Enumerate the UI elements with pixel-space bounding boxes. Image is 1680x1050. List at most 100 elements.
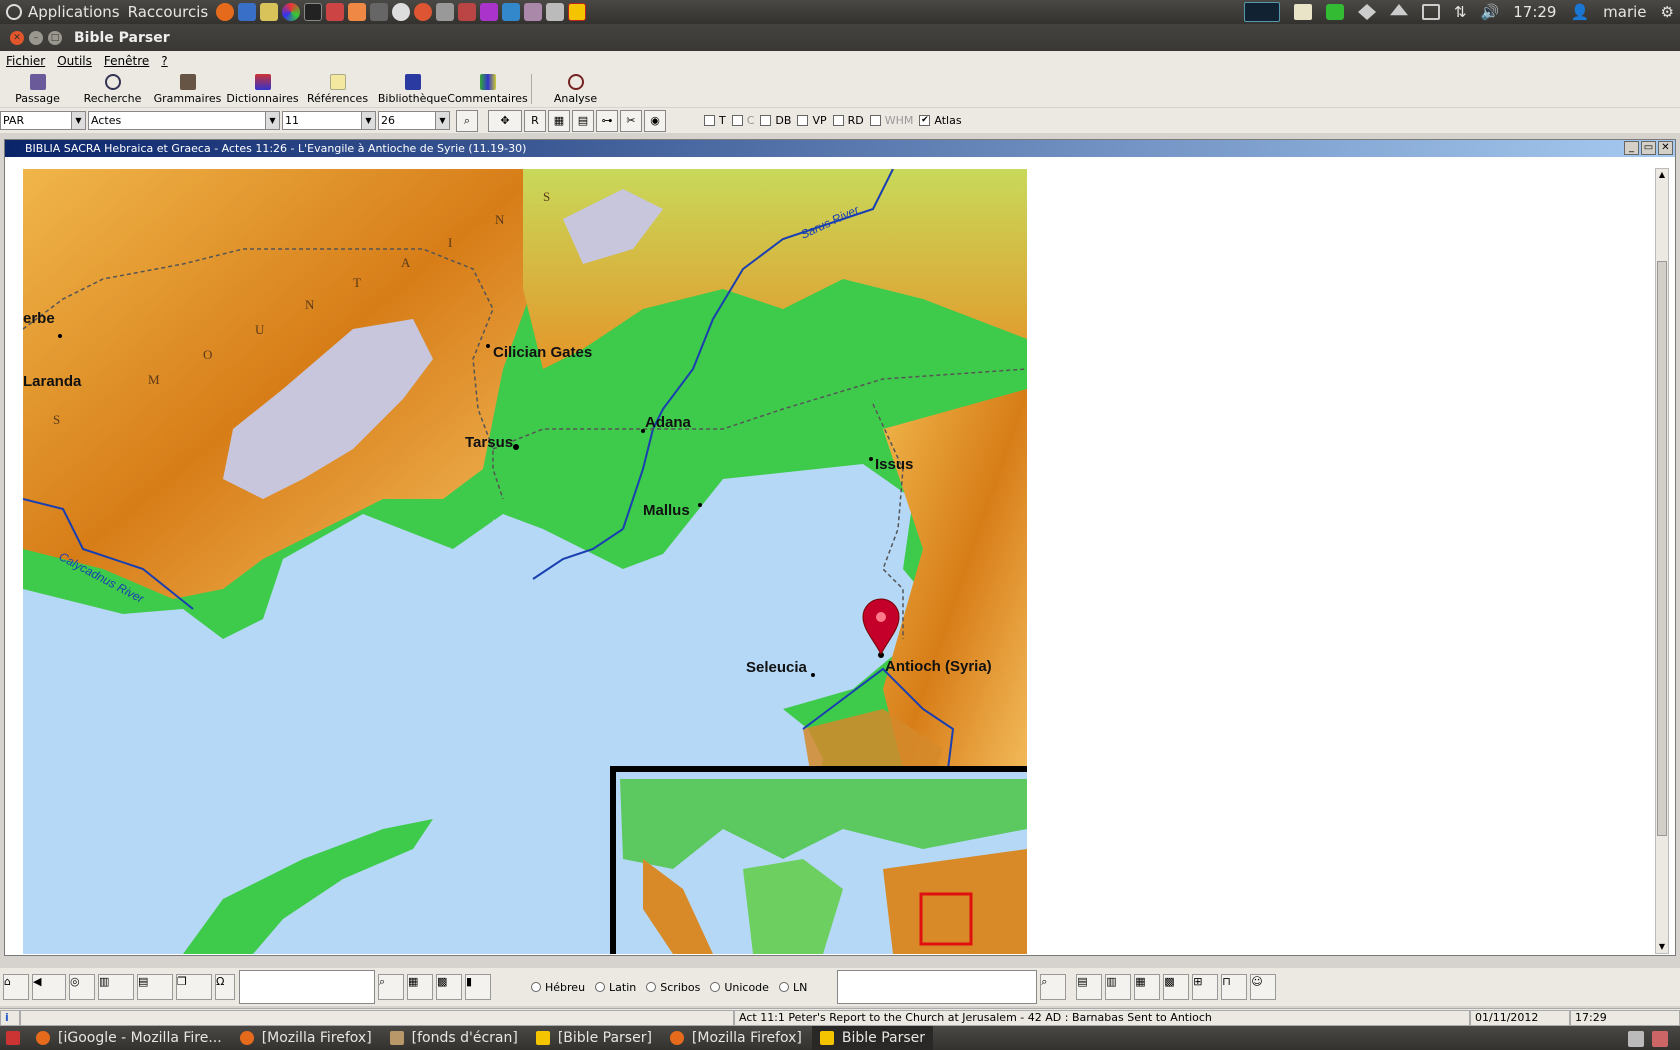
task-folder[interactable]: [fonds d'écran] (382, 1026, 526, 1050)
network-icon[interactable]: ⇅ (1454, 3, 1467, 21)
library-button[interactable]: ▤ (1076, 974, 1103, 1000)
zoom-search-button[interactable]: ⌕ (456, 109, 478, 132)
chrome-icon[interactable] (282, 3, 301, 21)
task-igoogle[interactable]: [iGoogle - Mozilla Fire... (28, 1026, 230, 1050)
firefox-icon[interactable] (216, 3, 235, 21)
photos-icon[interactable] (326, 3, 345, 21)
place-label[interactable]: Antioch (Syria) (885, 658, 992, 675)
doc-close-button[interactable]: ✕ (1658, 141, 1673, 155)
chevron-down-icon[interactable]: ▼ (265, 112, 279, 129)
verse-select[interactable]: 26 ▼ (378, 111, 450, 130)
show-desktop-button[interactable] (0, 1026, 26, 1050)
chevron-down-icon[interactable]: ▼ (361, 112, 375, 129)
chapter-select[interactable]: 11 ▼ (282, 111, 376, 130)
monitor-icon[interactable] (480, 3, 499, 21)
place-label[interactable]: Cilician Gates (493, 344, 592, 361)
pidgin-icon[interactable] (524, 3, 543, 21)
book-select[interactable]: Actes ▼ (88, 111, 280, 130)
place-label[interactable]: Laranda (23, 373, 82, 390)
usb-icon[interactable] (546, 3, 565, 21)
maximize-window-button[interactable]: □ (48, 30, 62, 45)
update-ok-icon[interactable] (1325, 4, 1344, 20)
home-button[interactable]: ⌂ (3, 974, 29, 1000)
system-monitor-icon[interactable] (1243, 2, 1280, 22)
place-label[interactable]: Tarsus (465, 434, 513, 451)
compass-button[interactable]: ◎ (69, 974, 95, 1000)
task-firefox-2[interactable]: [Mozilla Firefox] (662, 1026, 810, 1050)
books-button[interactable]: ▥ (1105, 974, 1132, 1000)
tools-icon[interactable] (458, 3, 477, 21)
bible-parser-icon[interactable] (568, 3, 587, 21)
inset-overview-map[interactable] (610, 766, 1027, 954)
trash-icon[interactable] (1628, 1031, 1644, 1047)
right-search-field[interactable] (837, 970, 1038, 1004)
analyse-button[interactable]: Analyse (538, 71, 613, 107)
radio-scribos[interactable]: Scribos (646, 981, 700, 994)
omega-button[interactable]: Ω (215, 974, 235, 1000)
navigate-arrows-button[interactable]: ✥ (488, 109, 522, 132)
calculator-tool-button[interactable]: ▦ (548, 109, 570, 132)
books-tool-button[interactable]: ▤ (572, 109, 594, 132)
option-vp[interactable]: VP (797, 114, 827, 127)
columns-button[interactable]: ▦ (1134, 974, 1161, 1000)
doc-restore-button[interactable]: ▭ (1641, 141, 1656, 155)
radio-ln[interactable]: LN (778, 981, 807, 994)
media-player-icon[interactable] (414, 3, 433, 21)
left-search-button[interactable]: ⌕ (378, 974, 404, 1000)
clock[interactable]: 17:29 (1513, 3, 1556, 21)
place-label[interactable]: Adana (645, 414, 692, 431)
dictionnaires-button[interactable]: Dictionnaires (225, 71, 300, 107)
place-label[interactable]: Mallus (643, 502, 690, 519)
task-bible-parser-1[interactable]: [Bible Parser] (528, 1026, 660, 1050)
screenshot-icon[interactable] (502, 3, 521, 21)
calc-button[interactable]: ▦ (407, 974, 433, 1000)
layout-3-button[interactable]: ❐ (176, 974, 212, 1000)
place-label[interactable]: Seleucia (746, 659, 808, 676)
passage-button[interactable]: Passage (0, 71, 75, 107)
disc-icon[interactable] (392, 3, 411, 21)
chart-button[interactable]: ▮ (465, 974, 491, 1000)
presentation-icon[interactable] (348, 3, 367, 21)
task-firefox-1[interactable]: [Mozilla Firefox] (232, 1026, 380, 1050)
volume-icon[interactable]: 🔊 (1481, 3, 1500, 21)
session-gear-icon[interactable]: ⚙ (1661, 3, 1674, 21)
left-search-field[interactable] (239, 970, 375, 1004)
scanner-icon[interactable] (370, 3, 389, 21)
dropbox-icon[interactable] (1357, 4, 1376, 20)
tools-tool-button[interactable]: ✂ (620, 109, 642, 132)
calculator-icon[interactable] (436, 3, 455, 21)
map-svg[interactable]: S M O U N T A I N S Sarus River Calycadn… (23, 169, 1027, 954)
menu-fenetre[interactable]: Fenêtre (104, 54, 149, 68)
tree-tool-button[interactable]: ⊶ (596, 109, 618, 132)
version-select[interactable]: PAR ▼ (0, 111, 86, 130)
user-name[interactable]: marie (1603, 3, 1646, 21)
radio-hebreu[interactable]: Hébreu (531, 981, 585, 994)
atlas-map[interactable]: S M O U N T A I N S Sarus River Calycadn… (23, 169, 1027, 954)
menu-fichier[interactable]: Fichier (6, 54, 45, 68)
bible-icon[interactable] (260, 3, 279, 21)
scrollbar-thumb[interactable] (1657, 261, 1667, 836)
radio-latin[interactable]: Latin (595, 981, 636, 994)
option-atlas[interactable]: ✔ Atlas (919, 114, 962, 127)
timeline-button[interactable]: ⊞ (1192, 974, 1219, 1000)
option-c[interactable]: C (731, 114, 754, 127)
applications-menu[interactable]: Applications (28, 3, 120, 21)
grammaires-button[interactable]: Grammaires (150, 71, 225, 107)
bibliotheque-button[interactable]: Bibliothèque (375, 71, 450, 107)
option-rd[interactable]: RD (832, 114, 864, 127)
mail-icon[interactable] (1421, 4, 1440, 20)
doc-minimize-button[interactable]: _ (1624, 141, 1639, 155)
shortcuts-menu[interactable]: Raccourcis (128, 3, 209, 21)
eject-icon[interactable] (1389, 4, 1408, 16)
option-db[interactable]: DB (760, 114, 791, 127)
checkmark-icon[interactable]: ✔ (919, 115, 931, 126)
minimize-window-button[interactable]: – (29, 30, 43, 45)
close-window-button[interactable]: ✕ (10, 30, 24, 45)
chevron-down-icon[interactable]: ▼ (71, 112, 85, 129)
references-button[interactable]: Références (300, 71, 375, 107)
ubuntu-logo-icon[interactable] (6, 4, 22, 20)
radio-unicode[interactable]: Unicode (710, 981, 769, 994)
clipboard-icon[interactable] (1293, 4, 1312, 20)
recherche-button[interactable]: Recherche (75, 71, 150, 107)
menu-help[interactable]: ? (161, 54, 167, 68)
